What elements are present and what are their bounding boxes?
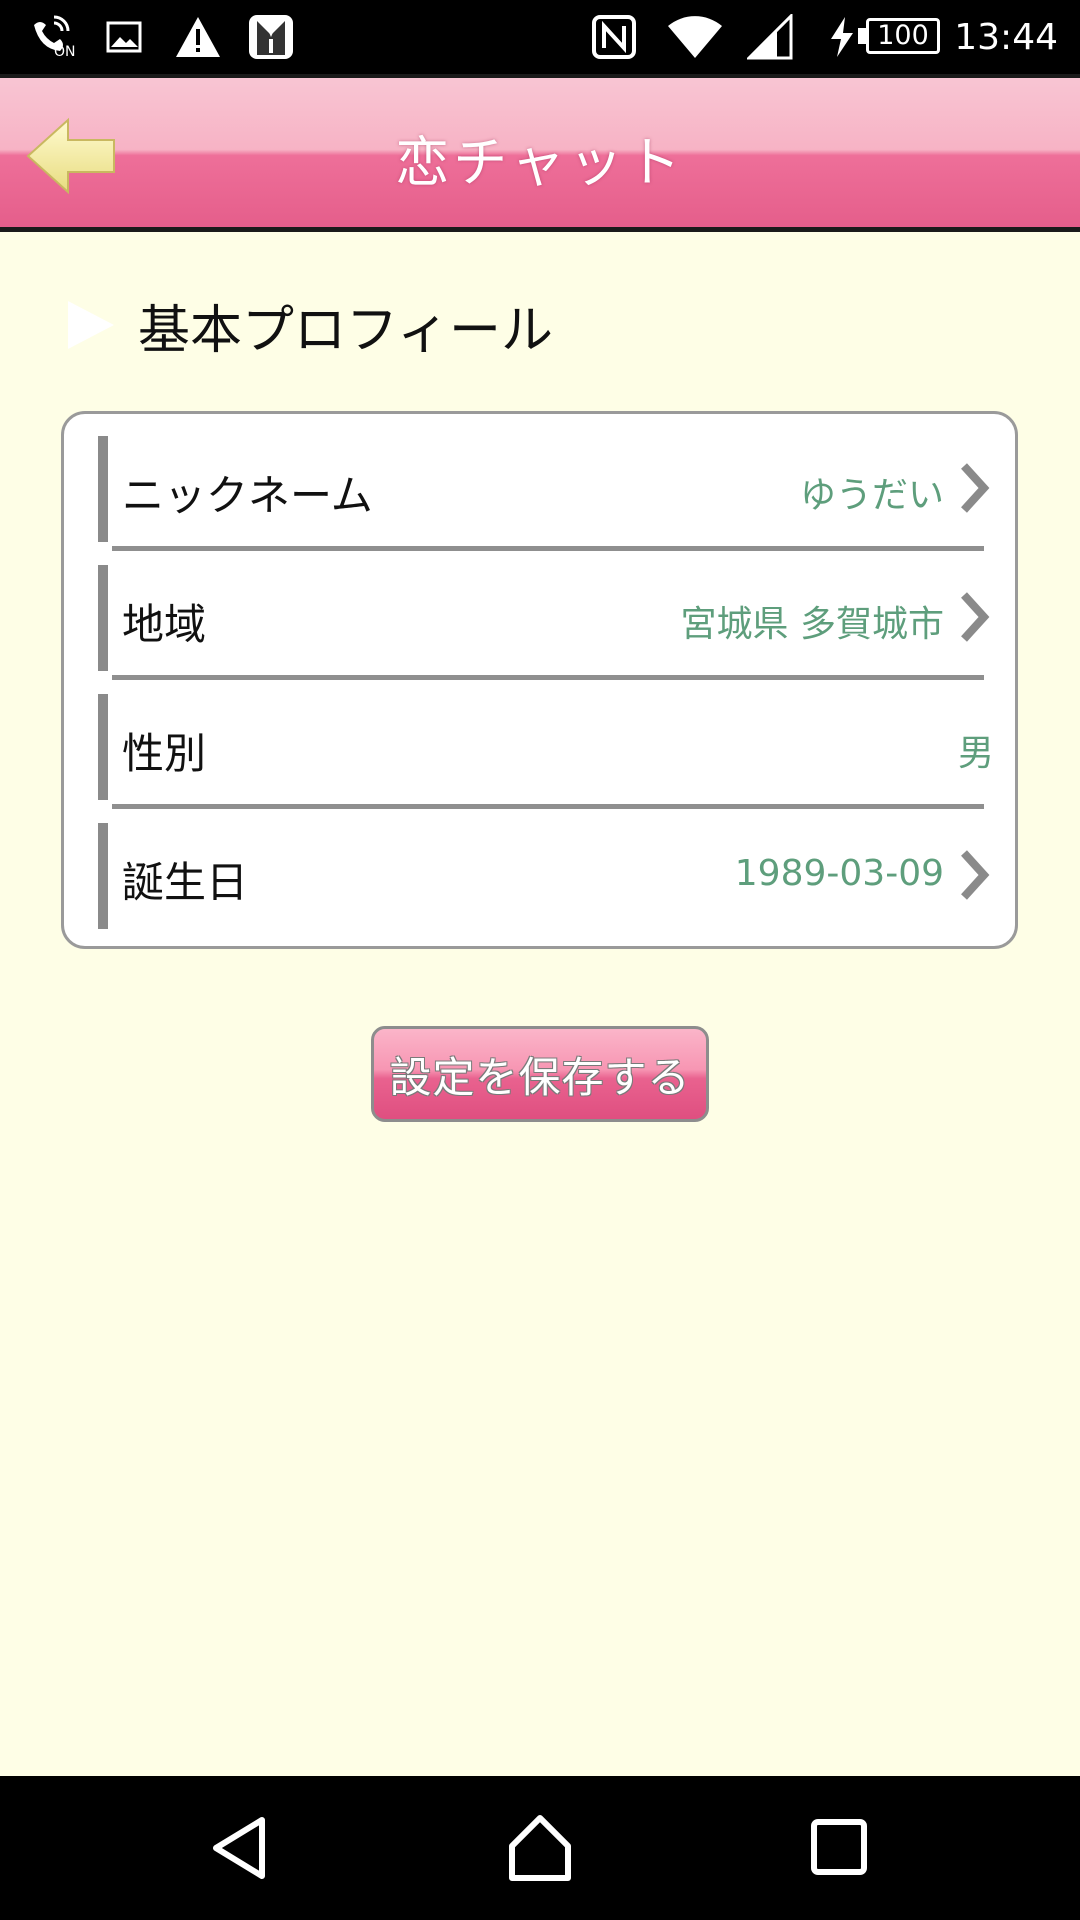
chevron-right-icon: [961, 463, 990, 513]
signal-icon: [746, 10, 794, 64]
nav-back-icon[interactable]: [206, 1812, 278, 1884]
row-divider: [112, 675, 984, 680]
navigation-bar: [0, 1776, 1080, 1920]
section-heading: 基本プロフィール: [64, 290, 553, 361]
gender-row: 性別 男: [98, 694, 998, 800]
row-accent-bar: [98, 694, 108, 800]
battery-icon: 100: [866, 18, 940, 54]
nickname-label: ニックネーム: [122, 471, 373, 520]
birthday-label: 誕生日: [122, 858, 249, 907]
image-icon: [104, 10, 144, 64]
row-accent-bar: [98, 823, 108, 929]
chevron-right-icon: [961, 592, 990, 642]
status-time: 13:44: [954, 16, 1058, 58]
nickname-row[interactable]: ニックネーム ゆうだい: [98, 436, 998, 542]
warning-icon: [172, 10, 224, 64]
region-row[interactable]: 地域 宮城県 多賀城市: [98, 565, 998, 671]
section-title: 基本プロフィール: [138, 300, 553, 361]
tuxedo-icon: [244, 10, 298, 64]
status-bar: ON 100 13:44: [0, 0, 1080, 74]
gender-value: 男: [957, 733, 994, 774]
row-divider: [112, 804, 984, 809]
gender-label: 性別: [122, 729, 207, 778]
nfc-on-icon: ON: [28, 10, 80, 64]
battery-nub: [858, 28, 866, 44]
save-settings-label: 設定を保存する: [389, 1052, 691, 1102]
nickname-value: ゆうだい: [799, 475, 944, 516]
row-accent-bar: [98, 436, 108, 542]
on-label: ON: [54, 44, 76, 60]
nfc-icon: [590, 10, 638, 64]
chevron-right-icon: [961, 850, 990, 900]
row-accent-bar: [98, 565, 108, 671]
row-divider: [112, 546, 984, 551]
app-title: 恋チャット: [395, 131, 685, 194]
triangle-bullet-icon: [68, 301, 114, 349]
save-settings-button[interactable]: 設定を保存する: [371, 1026, 709, 1122]
region-label: 地域: [122, 600, 207, 649]
nav-recents-icon[interactable]: [804, 1812, 876, 1884]
profile-card: ニックネーム ゆうだい 地域 宮城県 多賀城市 性別 男 誕生日 1989-03…: [61, 411, 1018, 949]
birthday-value: 1989-03-09: [734, 853, 944, 894]
nav-home-icon[interactable]: [504, 1812, 576, 1884]
app-header: 恋チャット: [0, 74, 1080, 232]
charging-icon: [828, 10, 856, 64]
birthday-row[interactable]: 誕生日 1989-03-09: [98, 823, 998, 929]
wifi-icon: [664, 10, 726, 64]
region-value: 宮城県 多賀城市: [680, 604, 944, 645]
